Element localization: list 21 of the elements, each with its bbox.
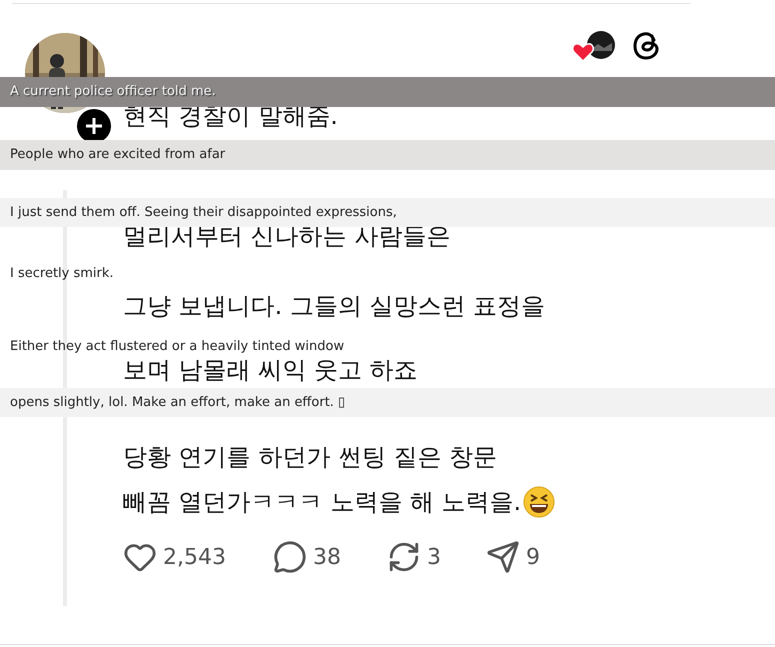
translation-text: I secretly smirk. [9,265,115,284]
repost-button[interactable]: 3 [387,540,486,574]
reply-button[interactable]: 38 [273,540,387,574]
speech-bubble-icon [273,540,307,574]
post-text: 보며 남몰래 씨익 웃고 하죠 [123,358,418,382]
translation-text: I just send them off. Seeing their disappointed expressions, [0,198,775,227]
laughing-emoji-icon [523,486,556,518]
post-text: 빼꼼 열던가ㅋㅋㅋ 노력을 해 노력을. [123,490,522,514]
translation-text: People who are excited from afar [0,140,775,170]
translation-text: opens slightly, lol. Make an effort, make an effort. ▯ [0,388,775,417]
heart-icon [572,42,594,62]
post-text: 당황 연기를 하던가 썬팅 짙은 창문 [123,445,498,469]
translation-text: Either they act flustered or a heavily tinted window [9,338,346,356]
post-text: 현직 경찰이 말해줌. [123,104,338,128]
share-button[interactable]: 9 [486,540,566,574]
like-button[interactable]: 2,543 [123,540,273,574]
post-text: 멀리서부터 신나하는 사람들은 [123,224,450,248]
post-text: 그냥 보냅니다. 그들의 실망스런 표정을 [123,294,546,318]
send-icon [486,540,520,574]
repost-icon [387,540,421,574]
translation-text: A current police officer told me. [0,77,775,107]
